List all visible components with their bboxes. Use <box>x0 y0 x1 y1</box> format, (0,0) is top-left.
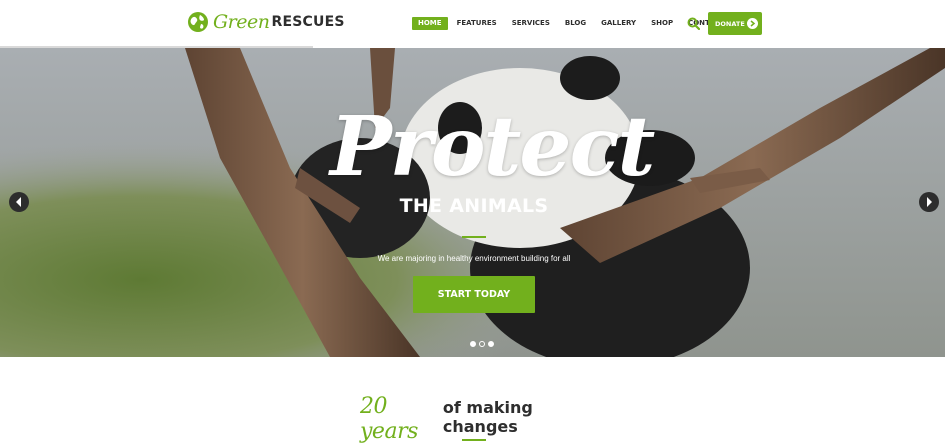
donate-label: DONATE <box>715 19 745 28</box>
logo-text-green: Green <box>213 11 270 33</box>
chevron-right-icon <box>927 197 932 207</box>
slider-prev-button[interactable] <box>9 192 29 212</box>
chevron-left-icon <box>16 197 21 207</box>
hero-divider <box>462 236 486 238</box>
hero-slider: Protect THE ANIMALS We are majoring in h… <box>0 48 945 357</box>
nav-item-shop[interactable]: SHOP <box>645 17 679 30</box>
nav-item-blog[interactable]: BLOG <box>559 17 592 30</box>
nav-item-features[interactable]: FEATURES <box>451 17 503 30</box>
section-heading-text: of making changes <box>442 398 533 436</box>
section-heading: 20 years of making changes <box>360 394 590 443</box>
slider-dot-1[interactable] <box>470 341 476 347</box>
search-icon[interactable] <box>687 17 700 30</box>
slider-dot-2[interactable] <box>479 341 485 347</box>
header-divider <box>0 46 313 48</box>
slider-dot-3[interactable] <box>488 341 494 347</box>
nav-item-services[interactable]: SERVICES <box>506 17 556 30</box>
logo-text-rescues: RESCUES <box>271 14 345 30</box>
years-highlight: 20 years <box>360 394 418 443</box>
hero-tagline: We are majoring in healthy environment b… <box>377 254 571 263</box>
hero-subtitle: THE ANIMALS <box>399 195 549 217</box>
start-today-button[interactable]: START TODAY <box>413 276 535 313</box>
site-header: Green RESCUES HOME FEATURES SERVICES BLO… <box>0 0 945 48</box>
globe-icon <box>188 12 208 32</box>
nav-item-gallery[interactable]: GALLERY <box>595 17 642 30</box>
arrow-right-circle-icon <box>747 18 758 29</box>
nav-item-home[interactable]: HOME <box>412 17 448 30</box>
logo[interactable]: Green RESCUES <box>187 9 345 35</box>
donate-button[interactable]: DONATE <box>708 12 762 35</box>
slider-next-button[interactable] <box>919 192 939 212</box>
slider-dots <box>470 341 497 347</box>
hero-title: Protect <box>330 99 655 195</box>
section-divider <box>462 439 486 441</box>
